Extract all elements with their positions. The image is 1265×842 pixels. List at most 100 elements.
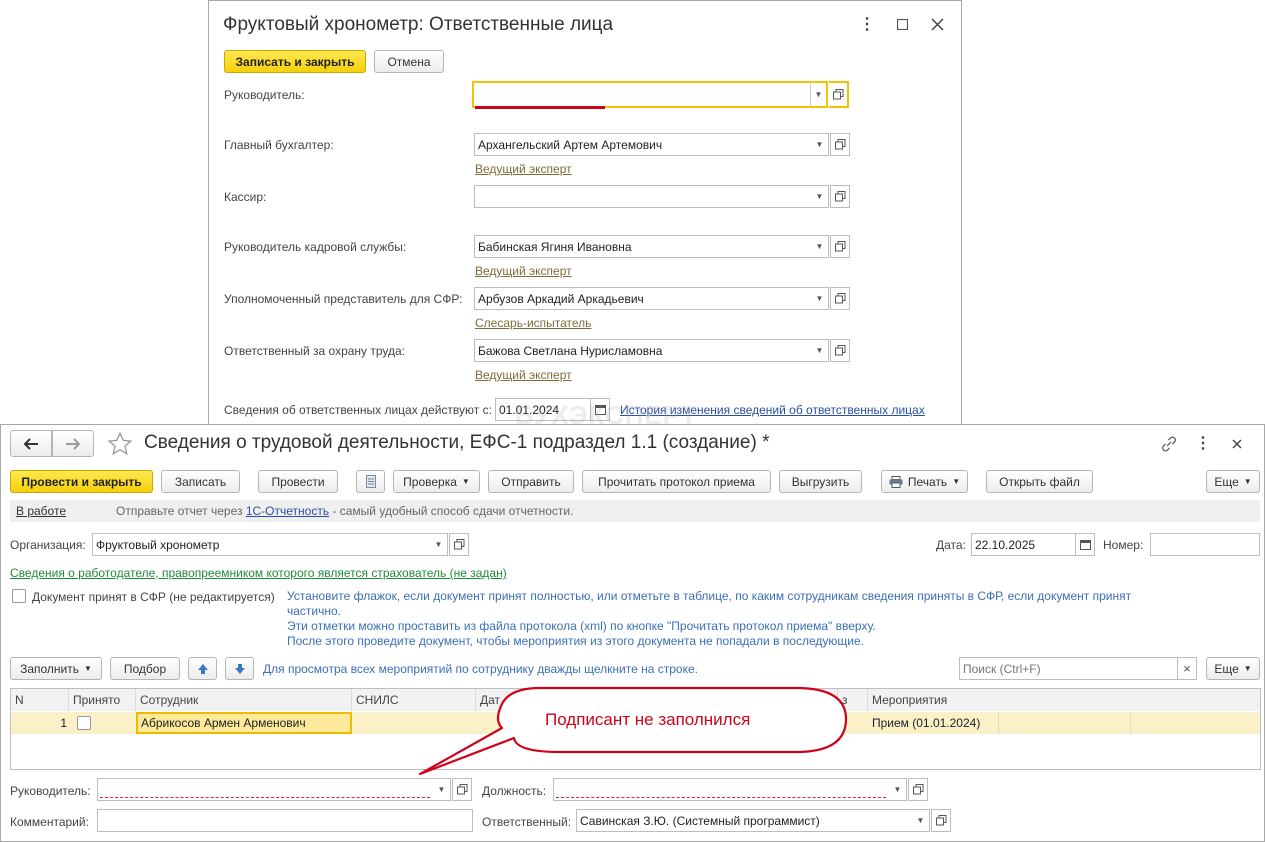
column-n[interactable]: N — [11, 689, 69, 711]
open-file-button[interactable]: Открыть файл — [986, 470, 1093, 493]
footer-responsible-open-button[interactable] — [931, 809, 951, 832]
back-button[interactable] — [10, 430, 52, 457]
sfr-representative-open-button[interactable] — [830, 287, 850, 310]
fill-menu-button[interactable]: Заполнить ▼ — [10, 657, 102, 680]
safety-officer-field[interactable]: Бажова Светлана Нурисламовна — [474, 339, 812, 362]
manager-error-underline — [475, 106, 605, 109]
footer-responsible-label: Ответственный: — [482, 815, 572, 829]
search-clear-icon[interactable]: × — [1177, 657, 1197, 680]
organization-label: Организация: — [10, 538, 86, 552]
table-more-button[interactable]: Еще ▼ — [1206, 657, 1260, 680]
link-icon[interactable] — [1158, 433, 1180, 455]
check-label: Проверка — [403, 474, 457, 489]
footer-comment-label: Комментарий: — [10, 815, 89, 829]
safety-officer-open-button[interactable] — [830, 339, 850, 362]
row-number: 1 — [60, 716, 67, 730]
row-accepted-checkbox[interactable] — [77, 716, 91, 730]
employer-successor-link[interactable]: Сведения о работодателе, правопреемником… — [10, 566, 507, 580]
row-events: Прием (01.01.2024) — [872, 716, 981, 730]
manager-open-button[interactable] — [829, 81, 849, 108]
manager-field[interactable] — [472, 81, 812, 108]
more-menu-button[interactable]: Еще ▼ — [1206, 470, 1260, 493]
date-calendar-icon[interactable] — [1075, 533, 1095, 556]
organization-field[interactable]: Фруктовый хронометр — [92, 533, 431, 556]
save-and-close-button[interactable]: Записать и закрыть — [224, 50, 366, 73]
chief-accountant-field[interactable]: Архангельский Артем Артемович — [474, 133, 812, 156]
search-input[interactable] — [959, 657, 1178, 680]
maximize-icon[interactable] — [894, 16, 910, 32]
column-employee[interactable]: Сотрудник — [136, 689, 352, 711]
chevron-down-icon: ▼ — [461, 477, 470, 486]
safety-officer-label: Ответственный за охрану труда: — [224, 344, 406, 358]
footer-comment-field[interactable] — [97, 809, 473, 832]
post-button[interactable]: Провести — [258, 470, 338, 493]
forward-button[interactable] — [52, 430, 94, 457]
safety-officer-dropdown[interactable]: ▼ — [811, 339, 829, 362]
status-text-before: Отправьте отчет через — [116, 504, 246, 518]
column-events[interactable]: Мероприятия — [868, 689, 1260, 711]
hr-head-open-button[interactable] — [830, 235, 850, 258]
more-vertical-icon[interactable]: ⋮ — [859, 14, 875, 34]
footer-responsible-field[interactable]: Савинская З.Ю. (Системный программист) — [576, 809, 913, 832]
move-down-button[interactable] — [225, 657, 254, 680]
document-list-icon[interactable] — [356, 470, 385, 493]
footer-position-label: Должность: — [482, 784, 547, 798]
footer-manager-label: Руководитель: — [10, 784, 91, 798]
organization-open-button[interactable] — [449, 533, 469, 556]
sfr-representative-label: Уполномоченный представитель для СФР: — [224, 292, 463, 306]
send-button[interactable]: Отправить — [488, 470, 574, 493]
chief-accountant-open-button[interactable] — [830, 133, 850, 156]
fill-label: Заполнить — [20, 661, 79, 676]
footer-position-open-button[interactable] — [908, 778, 928, 801]
row-divider — [1130, 712, 1131, 734]
more-vertical-icon-main[interactable]: ⋮ — [1195, 433, 1211, 453]
hint-line-4: После этого проведите документ, чтобы ме… — [287, 634, 864, 648]
sfr-representative-field[interactable]: Арбузов Аркадий Аркадьевич — [474, 287, 812, 310]
favorite-star-icon[interactable] — [106, 430, 134, 458]
cashier-dropdown[interactable]: ▼ — [811, 185, 829, 208]
number-field[interactable] — [1150, 533, 1260, 556]
table-more-label: Еще — [1214, 661, 1239, 676]
date-field[interactable]: 22.10.2025 — [971, 533, 1076, 556]
hr-head-dropdown[interactable]: ▼ — [811, 235, 829, 258]
sfr-representative-position-link[interactable]: Слесарь-испытатель — [475, 316, 591, 330]
close-icon-main[interactable] — [1229, 436, 1245, 452]
safety-officer-position-link[interactable]: Ведущий эксперт — [475, 368, 572, 382]
status-message: Отправьте отчет через 1С-Отчетность - са… — [116, 504, 573, 518]
organization-dropdown[interactable]: ▼ — [430, 533, 448, 556]
read-protocol-button[interactable]: Прочитать протокол приема — [582, 470, 771, 493]
cashier-field[interactable] — [474, 185, 812, 208]
hr-head-label: Руководитель кадровой службы: — [224, 240, 407, 254]
check-menu-button[interactable]: Проверка ▼ — [393, 470, 480, 493]
close-icon[interactable] — [928, 15, 946, 33]
cashier-open-button[interactable] — [830, 185, 850, 208]
hr-head-field[interactable]: Бабинская Ягиня Ивановна — [474, 235, 812, 258]
chief-accountant-dropdown[interactable]: ▼ — [811, 133, 829, 156]
callout-bubble — [418, 686, 848, 776]
footer-position-error-underline — [556, 797, 886, 798]
sfr-representative-dropdown[interactable]: ▼ — [811, 287, 829, 310]
post-and-close-button[interactable]: Провести и закрыть — [10, 470, 153, 493]
column-accepted[interactable]: Принято — [69, 689, 136, 711]
arrow-up-icon — [197, 663, 208, 674]
move-up-button[interactable] — [188, 657, 217, 680]
window-title: Фруктовый хронометр: Ответственные лица — [223, 14, 614, 35]
accepted-checkbox[interactable] — [12, 589, 26, 603]
export-button[interactable]: Выгрузить — [779, 470, 862, 493]
footer-responsible-dropdown[interactable]: ▼ — [912, 809, 930, 832]
cancel-button[interactable]: Отмена — [374, 50, 444, 73]
select-button[interactable]: Подбор — [110, 657, 180, 680]
footer-position-dropdown[interactable]: ▼ — [889, 778, 907, 801]
printer-icon — [889, 475, 903, 488]
chevron-down-icon: ▼ — [84, 664, 92, 673]
save-button[interactable]: Записать — [161, 470, 240, 493]
print-menu-button[interactable]: Печать ▼ — [881, 470, 968, 493]
hr-head-position-link[interactable]: Ведущий эксперт — [475, 264, 572, 278]
manager-dropdown-button[interactable]: ▼ — [810, 81, 828, 108]
manager-label: Руководитель: — [224, 88, 305, 102]
chief-accountant-position-link[interactable]: Ведущий эксперт — [475, 162, 572, 176]
status-state-link[interactable]: В работе — [16, 504, 66, 518]
row-employee[interactable]: Абрикосов Армен Арменович — [136, 712, 352, 734]
footer-manager-error-underline — [100, 797, 430, 798]
reporting-service-link[interactable]: 1С-Отчетность — [246, 504, 329, 518]
